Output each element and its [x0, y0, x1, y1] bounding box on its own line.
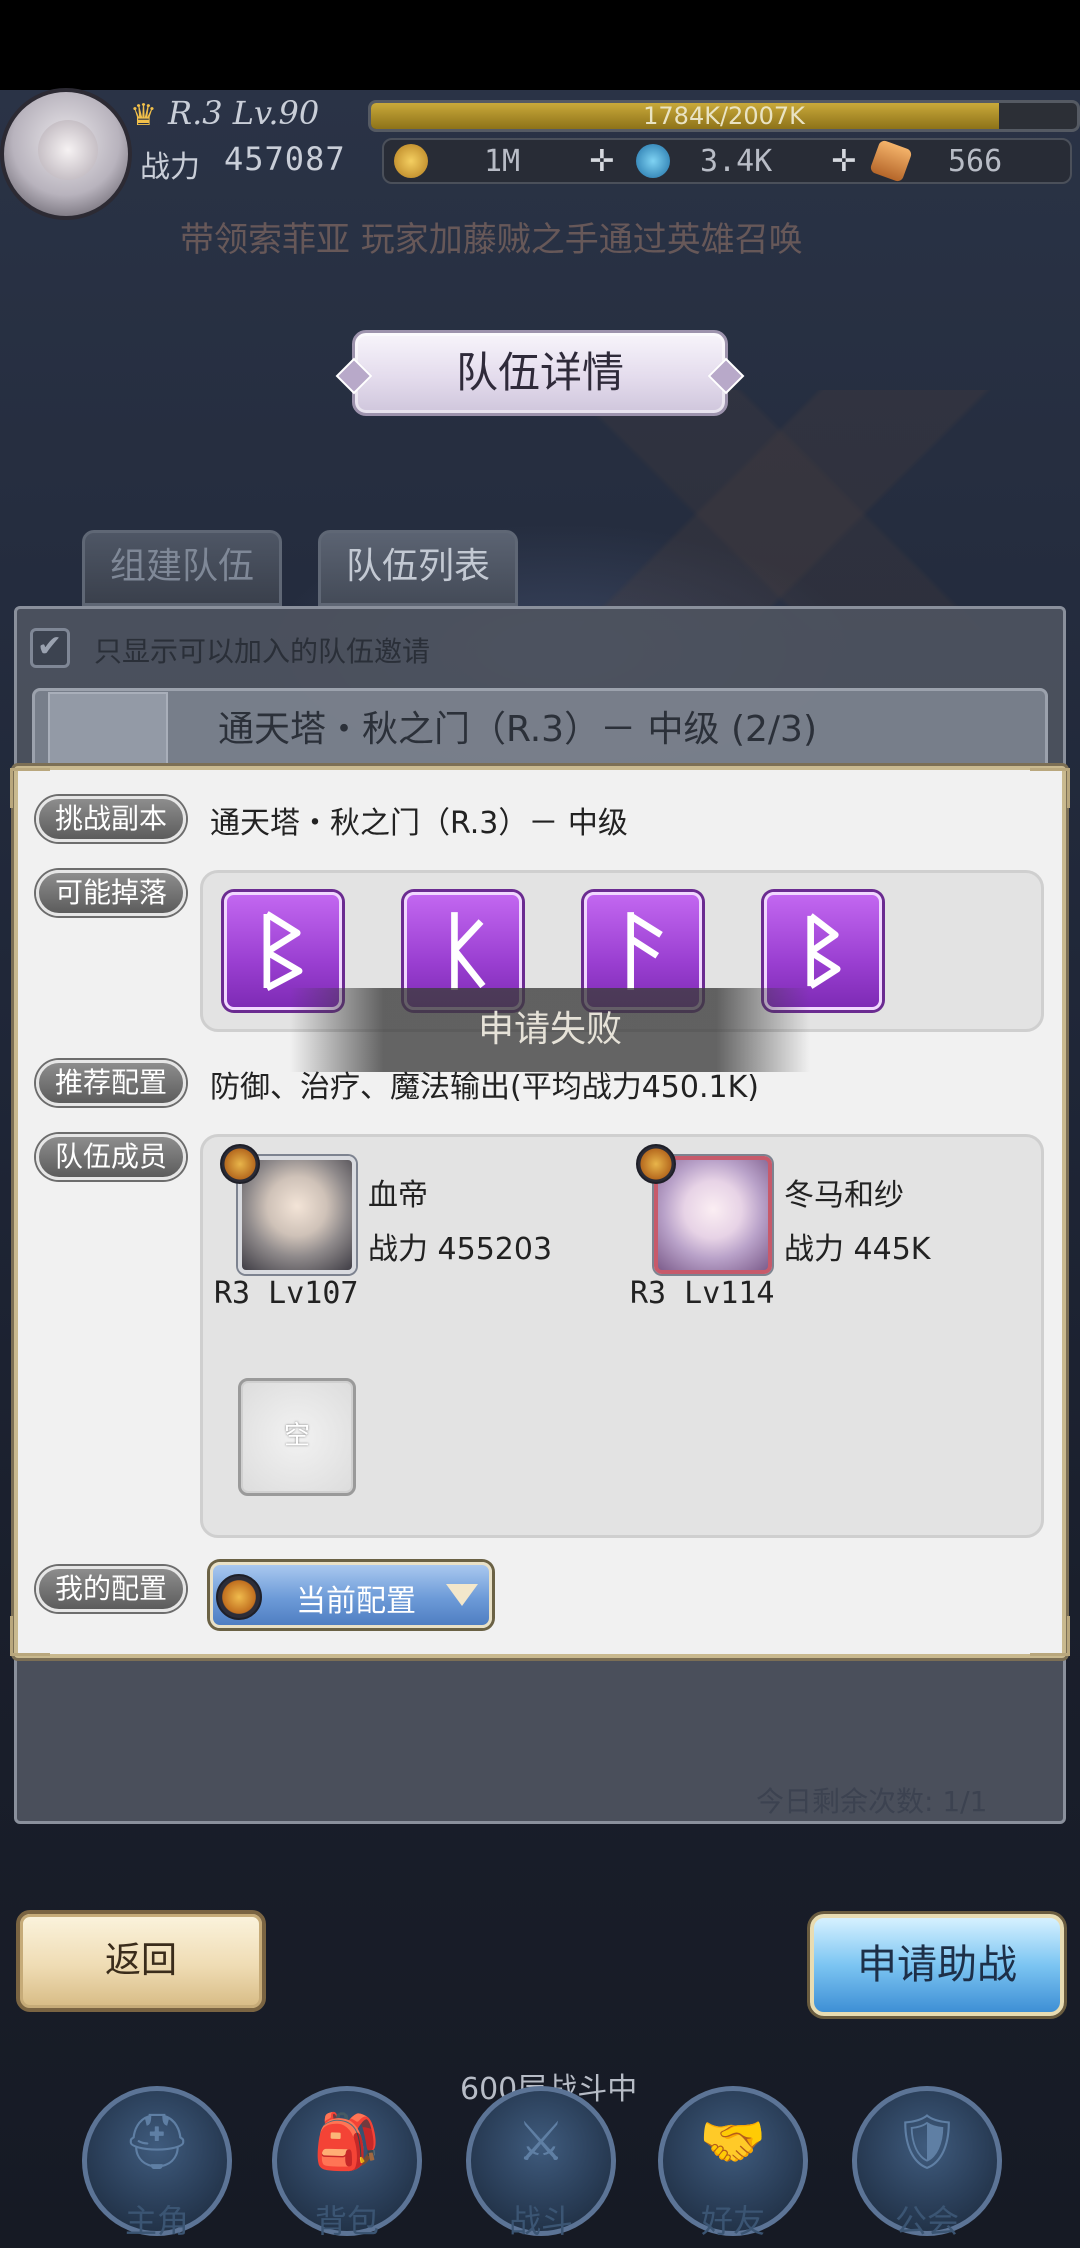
player-avatar[interactable] [0, 88, 132, 220]
config-class-icon [216, 1574, 262, 1620]
drops-label: 可能掉落 [36, 870, 186, 916]
gold-value: 1M [484, 144, 521, 179]
toast-message: 申请失败 [290, 988, 810, 1072]
back-button[interactable]: 返回 [16, 1910, 266, 2012]
remaining-count: 今日剩余次数: 1/1 [756, 1785, 988, 1818]
member-level: R3 Lv107 [214, 1276, 359, 1311]
power-label: 战力 [140, 150, 200, 185]
exp-bar: 1784K/2007K [368, 100, 1080, 132]
frame-corner [1030, 1616, 1070, 1656]
filter-label: 只显示可以加入的队伍邀请 [94, 635, 431, 668]
nav-label-guild: 公会 [894, 2202, 959, 2240]
handshake-icon: 🤝 [699, 2110, 767, 2173]
gold-coin-icon [394, 144, 428, 178]
recommend-label: 推荐配置 [36, 1060, 186, 1106]
my-config-label: 我的配置 [36, 1566, 186, 1612]
frame-corner [10, 1616, 50, 1656]
player-level: R.3 Lv.90 [168, 94, 320, 132]
marquee-announcement: 带领索菲亚 玩家加藤贼之手通过英雄召唤 [180, 220, 803, 256]
add-gold-button[interactable]: ✛ [586, 146, 618, 178]
member-power: 战力 445K [784, 1232, 931, 1267]
page-title: 队伍详情 [455, 348, 624, 397]
class-badge-icon [636, 1144, 676, 1184]
member-level: R3 Lv114 [630, 1276, 775, 1311]
power-value: 457087 [224, 140, 346, 178]
title-banner: 队伍详情 [352, 330, 728, 416]
tab-team-list[interactable]: 队伍列表 [318, 530, 518, 606]
member-name: 冬马和纱 [784, 1178, 904, 1213]
crown-icon: ♛ [130, 98, 157, 133]
tab-build-team[interactable]: 组建队伍 [82, 530, 282, 606]
member-name: 血帝 [368, 1178, 428, 1213]
add-gem-button[interactable]: ✛ [828, 146, 860, 178]
blue-gem-icon [636, 144, 670, 178]
nav-label-hero: 主角 [124, 2202, 189, 2240]
challenge-value: 通天塔・秋之门（R.3）－ 中级 [210, 806, 628, 841]
nav-label-battle: 战斗 [508, 2202, 573, 2240]
class-badge-icon [220, 1144, 260, 1184]
challenge-label: 挑战副本 [36, 796, 186, 842]
gem-value: 3.4K [700, 144, 773, 179]
status-bar [0, 0, 1080, 90]
guild-shield-icon: 🛡 [892, 2110, 962, 2173]
helmet-icon: ⛑ [122, 2110, 192, 2173]
chevron-down-icon [446, 1584, 478, 1606]
backpack-icon: 🎒 [313, 2110, 381, 2173]
member-power: 战力 455203 [368, 1232, 553, 1267]
filter-checkbox[interactable] [30, 628, 70, 668]
nav-label-backpack: 背包 [314, 2202, 379, 2240]
frame-corner [1030, 768, 1070, 808]
background-castle [480, 390, 1080, 630]
exp-text: 1784K/2007K [643, 102, 805, 130]
apply-assist-button[interactable]: 申请助战 [810, 1914, 1064, 2016]
empty-member-slot[interactable]: 空 [238, 1378, 356, 1496]
nav-label-friends: 好友 [700, 2202, 765, 2240]
list-item-title: 通天塔・秋之门（R.3）－ 中级 (2/3) [218, 709, 817, 750]
crossed-swords-icon: ⚔ [516, 2110, 566, 2173]
members-label: 队伍成员 [36, 1134, 186, 1180]
crystal-value: 566 [948, 144, 1003, 179]
config-dropdown-label: 当前配置 [296, 1584, 416, 1619]
